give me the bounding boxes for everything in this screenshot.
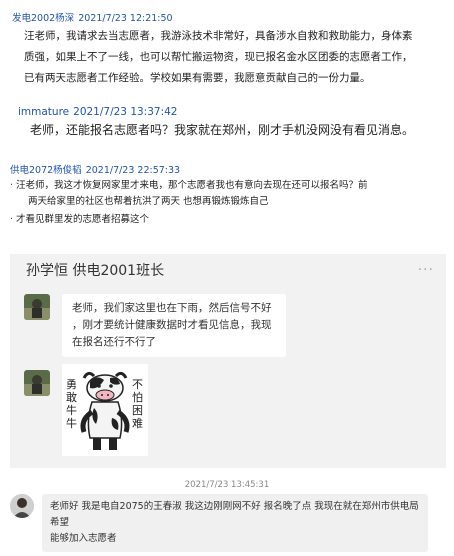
message-time: 2021/7/23 22:57:33: [85, 165, 181, 176]
bubble-line: 老师好 我是电自2075的王春淑 我这边刚刚网不好 报名晚了点 我现在就在郑州市…: [50, 501, 419, 528]
bubble-line: 能够加入志愿者: [50, 533, 117, 544]
bubble-line: ，刚才要统计健康数据时才看见信息，我现: [72, 319, 272, 331]
message-text: 老师，还能报名志愿者吗？我家就在郑州，刚才手机没网没有看见消息。: [30, 123, 415, 137]
message-header: 供电2072杨俊韬 2021/7/23 22:57:33: [0, 162, 454, 176]
bullet-continuation: 两天给家里的社区也帮着抗洪了两天 也想再锻炼锻炼自己: [0, 194, 454, 210]
bullet-text: 两天给家里的社区也帮着抗洪了两天 也想再锻炼锻炼自己: [28, 196, 269, 207]
timestamp: 2021/7/23 13:45:31: [184, 480, 270, 490]
message-text: 汪老师，我请求去当志愿者，我游泳技术非常好，具备涉水自救和救助能力，身体素 质强…: [0, 26, 454, 89]
more-options-icon[interactable]: ···: [418, 262, 434, 278]
message-header: immature 2021/7/23 13:37:42: [0, 106, 454, 118]
avatar[interactable]: [24, 294, 50, 320]
bullet-text: 汪老师，我这才恢复网家里才来电，那个志愿者我也有意向去现在还可以报名吗？前: [16, 180, 368, 191]
avatar-photo-icon: [24, 294, 50, 320]
sender-name[interactable]: immature: [18, 106, 69, 118]
cow-sticker[interactable]: 勇敢牛牛 不怕困难: [62, 364, 148, 456]
sender-name[interactable]: 供电2072杨俊韬: [10, 165, 82, 176]
chat-title: 孙学恒 供电2001班长: [26, 263, 165, 279]
avatar-photo-icon: [24, 370, 50, 396]
bubble-line: 在报名还行不行了: [72, 336, 156, 348]
cow-icon: [80, 371, 130, 450]
chat-screenshot: 孙学恒 供电2001班长 ··· 老师，我们家这里也在下雨，然后信号不好 ，刚才…: [10, 254, 446, 468]
message-block-2: immature 2021/7/23 13:37:42 老师，还能报名志愿者吗？我…: [0, 106, 454, 142]
avatar[interactable]: [10, 494, 34, 518]
bullet-line: · 才看见群里发的志愿者招募这个: [0, 212, 454, 228]
message-block-1: 发电2002杨深 2021/7/23 12:21:50 汪老师，我请求去当志愿者，…: [0, 10, 454, 89]
chat-bubble: 老师好 我是电自2075的王春淑 我这边刚刚网不好 报名晚了点 我现在就在郑州市…: [42, 494, 428, 552]
avatar-person-icon: [10, 494, 34, 518]
bullet-dot: ·: [10, 214, 14, 225]
chat-bubble: 老师，我们家这里也在下雨，然后信号不好 ，刚才要统计健康数据时才看见信息，我现 …: [62, 294, 286, 357]
sender-name[interactable]: 发电2002杨深: [12, 13, 74, 24]
avatar[interactable]: [24, 370, 50, 396]
message-time: 2021/7/23 13:37:42: [73, 106, 178, 118]
bullet-line: · 汪老师，我这才恢复网家里才来电，那个志愿者我也有意向去现在还可以报名吗？前: [0, 178, 454, 194]
message-line: 汪老师，我请求去当志愿者，我游泳技术非常好，具备涉水自救和救助能力，身体素: [24, 30, 413, 42]
message-block-3: 供电2072杨俊韬 2021/7/23 22:57:33 · 汪老师，我这才恢复网家…: [0, 162, 454, 228]
message-line: 已有两天志愿者工作经验。学校如果有需要，我愿意贡献自己的一份力量。: [24, 72, 371, 84]
bullet-dot: ·: [10, 180, 14, 191]
sticker-text-left: 勇敢牛牛: [66, 378, 77, 430]
message-header: 发电2002杨深 2021/7/23 12:21:50: [0, 10, 454, 24]
sticker-text-right: 不怕困难: [132, 378, 143, 430]
message-time: 2021/7/23 12:21:50: [78, 13, 173, 24]
bullet-text: 才看见群里发的志愿者招募这个: [16, 214, 150, 225]
bubble-line: 老师，我们家这里也在下雨，然后信号不好: [72, 302, 272, 314]
message-line: 质强，如果上不了一线，也可以帮忙搬运物资，现已报名金水区团委的志愿者工作，: [24, 51, 413, 63]
